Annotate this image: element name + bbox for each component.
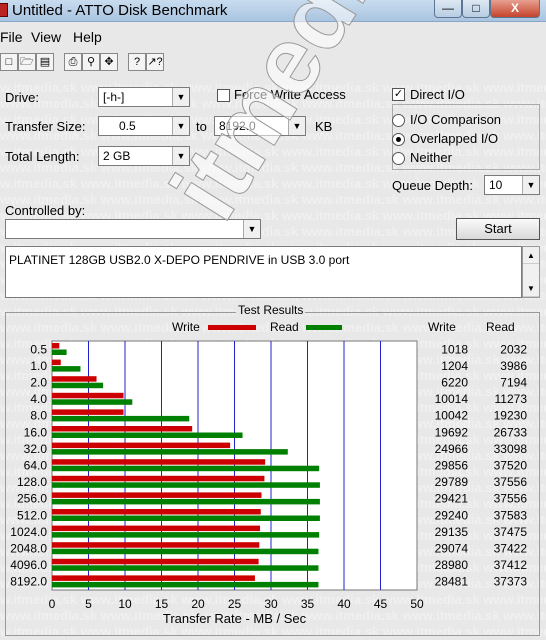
y-tick-label: 4.0 bbox=[30, 392, 47, 406]
read-value-label: 37556 bbox=[494, 492, 528, 506]
y-tick-label: 64.0 bbox=[24, 459, 48, 473]
transfer-rate-chart: 0 5 10 15 20 25 30 35 40 45 50 Transfer Rate - MB /… bbox=[10, 340, 528, 626]
read-bar bbox=[52, 432, 243, 438]
read-value-label: 37583 bbox=[494, 508, 528, 522]
write-bar bbox=[52, 492, 262, 498]
write-bar bbox=[52, 575, 255, 581]
read-bar bbox=[52, 565, 319, 571]
write-value-label: 29789 bbox=[435, 475, 469, 489]
x-tick-label: 25 bbox=[228, 597, 242, 611]
read-value-label: 2032 bbox=[500, 342, 527, 356]
read-bar bbox=[52, 366, 81, 372]
write-bar bbox=[52, 376, 97, 382]
y-tick-label: 4096.0 bbox=[10, 558, 47, 572]
write-bar bbox=[52, 442, 231, 449]
write-value-label: 29856 bbox=[435, 459, 469, 473]
read-bar bbox=[52, 465, 320, 472]
write-value-label: 28481 bbox=[435, 575, 469, 589]
write-bar bbox=[52, 542, 260, 548]
read-value-label: 37520 bbox=[494, 459, 528, 473]
x-axis-label: Transfer Rate - MB / Sec bbox=[163, 611, 307, 626]
read-bar bbox=[52, 482, 320, 488]
write-value-label: 1204 bbox=[441, 359, 468, 373]
x-tick-label: 5 bbox=[85, 597, 92, 611]
write-value-label: 19692 bbox=[435, 425, 469, 439]
write-value-label: 29240 bbox=[435, 508, 469, 522]
write-value-label: 29421 bbox=[435, 492, 469, 506]
write-value-label: 10014 bbox=[435, 392, 469, 406]
write-value-label: 6220 bbox=[441, 376, 468, 390]
read-value-label: 3986 bbox=[500, 359, 527, 373]
write-value-label: 10042 bbox=[435, 409, 469, 423]
write-bar bbox=[52, 409, 124, 415]
read-bar bbox=[52, 515, 320, 521]
read-bar bbox=[52, 399, 133, 405]
y-tick-label: 1024.0 bbox=[10, 525, 47, 539]
x-tick-label: 45 bbox=[374, 597, 388, 611]
x-tick-label: 35 bbox=[301, 597, 315, 611]
write-bar bbox=[52, 475, 265, 482]
x-tick-label: 20 bbox=[191, 597, 205, 611]
write-bar bbox=[52, 426, 193, 432]
y-tick-label: 256.0 bbox=[17, 492, 47, 506]
y-tick-label: 2.0 bbox=[30, 376, 47, 390]
read-bar bbox=[52, 581, 319, 588]
read-bar bbox=[52, 449, 288, 455]
y-tick-label: 0.5 bbox=[30, 342, 47, 356]
write-value-label: 1018 bbox=[441, 342, 468, 356]
y-tick-label: 1.0 bbox=[30, 359, 47, 373]
read-bar bbox=[52, 532, 320, 538]
write-value-label: 28980 bbox=[435, 558, 469, 572]
x-tick-label: 10 bbox=[118, 597, 132, 611]
y-tick-label: 128.0 bbox=[17, 475, 47, 489]
write-bar bbox=[52, 558, 259, 565]
x-tick-label: 0 bbox=[49, 597, 56, 611]
read-bar bbox=[52, 349, 67, 355]
read-value-label: 7194 bbox=[500, 376, 527, 390]
read-value-label: 37412 bbox=[494, 558, 528, 572]
x-tick-label: 15 bbox=[155, 597, 169, 611]
read-value-label: 19230 bbox=[494, 409, 528, 423]
write-bar bbox=[52, 392, 124, 399]
y-tick-label: 2048.0 bbox=[10, 542, 47, 556]
read-bar bbox=[52, 548, 319, 555]
read-value-label: 37422 bbox=[494, 542, 528, 556]
y-tick-label: 8192.0 bbox=[10, 575, 47, 589]
write-value-label: 24966 bbox=[435, 442, 469, 456]
write-bar bbox=[52, 359, 61, 366]
write-bar bbox=[52, 525, 261, 532]
write-bar bbox=[52, 343, 60, 349]
read-value-label: 37556 bbox=[494, 475, 528, 489]
y-tick-label: 512.0 bbox=[17, 508, 47, 522]
read-value-label: 11273 bbox=[495, 392, 528, 406]
write-value-label: 29135 bbox=[435, 525, 469, 539]
write-value-label: 29074 bbox=[435, 542, 469, 556]
read-bar bbox=[52, 382, 104, 389]
read-bar bbox=[52, 498, 320, 505]
y-tick-label: 16.0 bbox=[24, 425, 48, 439]
read-value-label: 37373 bbox=[494, 575, 528, 589]
read-value-label: 33098 bbox=[494, 442, 528, 456]
y-tick-label: 32.0 bbox=[24, 442, 48, 456]
x-tick-label: 50 bbox=[410, 597, 424, 611]
write-bar bbox=[52, 509, 261, 515]
read-value-label: 37475 bbox=[494, 525, 528, 539]
y-tick-label: 8.0 bbox=[30, 409, 47, 423]
x-tick-label: 30 bbox=[264, 597, 278, 611]
read-bar bbox=[52, 415, 190, 422]
x-tick-label: 40 bbox=[337, 597, 351, 611]
write-bar bbox=[52, 459, 266, 465]
read-value-label: 26733 bbox=[494, 425, 528, 439]
